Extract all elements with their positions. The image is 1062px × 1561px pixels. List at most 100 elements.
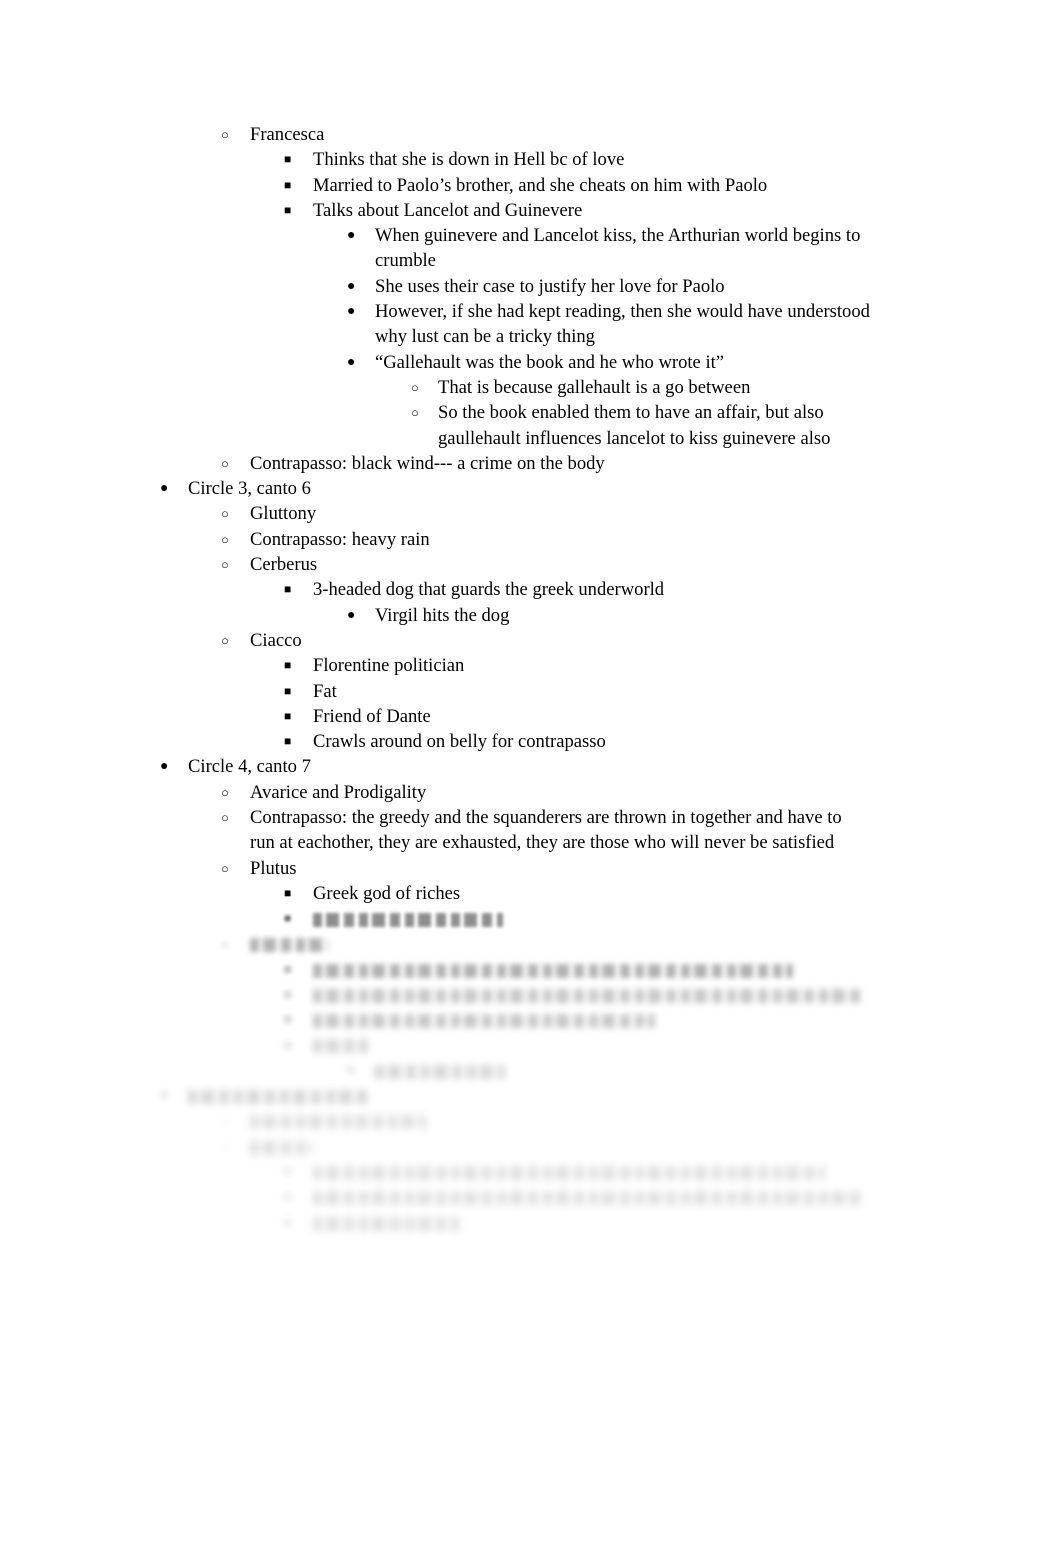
redacted-text-run [250,1140,312,1155]
redacted-text-run [375,1064,505,1079]
redacted-text-run [313,1191,861,1206]
outline-item: Thinks that she is down in Hell bc of lo… [0,147,1062,172]
disc-bullet-icon [347,274,367,299]
circle-bullet-icon [221,932,241,957]
circle-bullet-icon [411,375,431,400]
outline-item-text: Avarice and Prodigality [250,781,427,803]
square-bullet-icon [284,173,304,198]
obscured-text-block [250,1134,864,1159]
square-bullet-icon [284,1210,304,1235]
square-bullet-icon [284,198,304,223]
square-bullet-icon [284,1033,304,1058]
square-bullet-icon [284,982,304,1007]
obscured-text-block [313,1007,866,1032]
outline-item-text: Contrapasso: heavy rain [250,528,430,550]
square-bullet-icon [284,957,304,982]
obscured-text-block [313,1184,866,1209]
outline-item: Contrapasso: the greedy and the squander… [0,805,1062,856]
outline-item: Contrapasso: heavy rain [0,527,1062,552]
obscured-text-block [313,1210,866,1235]
redacted-text-run [313,1216,459,1231]
outline-item-obscured [0,906,1062,931]
outline-item-text: Crawls around on belly for contrapasso [313,731,606,753]
circle-bullet-icon [221,1109,241,1134]
outline-item-text: So the book enabled them to have an affa… [438,402,831,449]
outline-item-text: Contrapasso: black wind--- a crime on th… [250,452,605,474]
disc-bullet-icon [160,1083,180,1108]
outline-item: When guinevere and Lancelot kiss, the Ar… [0,223,1062,274]
outline-item-text: Talks about Lancelot and Guinevere [313,199,583,221]
outline-item-obscured [0,1210,1062,1235]
obscured-text-block [313,906,866,931]
obscured-text-block [313,957,866,982]
outline-list: Francesca Thinks that she is down in Hell… [0,122,1062,1235]
square-bullet-icon [284,881,304,906]
obscured-text-block [375,1058,876,1083]
redacted-text-run [313,912,503,927]
square-bullet-icon [284,1184,304,1209]
disc-bullet-icon [347,299,367,324]
outline-item-text: Francesca [250,124,325,145]
circle-bullet-icon [221,552,241,577]
outline-item-obscured [0,1134,1062,1159]
outline-item-text: Plutus [250,857,297,879]
outline-item: Contrapasso: black wind--- a crime on th… [0,451,1062,476]
circle-bullet-icon [221,1134,241,1159]
square-bullet-icon [284,679,304,704]
outline-item-obscured [0,957,1062,982]
outline-item-text: Virgil hits the dog [375,604,510,626]
outline-item-obscured [0,1007,1062,1032]
outline-item: Fat [0,679,1062,704]
square-bullet-icon [284,577,304,602]
outline-item-text: Greek god of riches [313,882,461,904]
circle-bullet-icon [221,122,241,147]
outline-item: Plutus [0,856,1062,881]
square-bullet-icon [284,906,304,931]
redacted-text-run [313,988,861,1003]
outline-item-text: “Gallehault was the book and he who wrot… [375,351,725,373]
outline-item-text: Florentine politician [313,655,465,677]
outline-item-text: Cerberus [250,554,318,576]
outline-item-obscured [0,1033,1062,1058]
outline-item: 3-headed dog that guards the greek under… [0,577,1062,602]
square-bullet-icon [284,729,304,754]
redacted-text-run [313,963,793,978]
outline-item: Florentine politician [0,653,1062,678]
obscured-text-block [188,1083,872,1108]
outline-item-text: Gluttony [250,503,317,525]
outline-item-obscured [0,982,1062,1007]
document-page: Francesca Thinks that she is down in Hell… [0,0,1062,1561]
square-bullet-icon [284,704,304,729]
square-bullet-icon [284,653,304,678]
circle-bullet-icon [221,856,241,881]
outline-item: Greek god of riches [0,881,1062,906]
redacted-text-run [188,1090,368,1105]
outline-item: Talks about Lancelot and Guinevere [0,198,1062,223]
circle-bullet-icon [221,805,241,830]
outline-item: Gluttony [0,501,1062,526]
circle-bullet-icon [411,400,431,425]
outline-item-obscured [0,1109,1062,1134]
outline-item: Ciacco [0,628,1062,653]
outline-item-text: Ciacco [250,629,302,651]
obscured-text-block [313,1033,866,1058]
outline-item: So the book enabled them to have an affa… [0,400,1062,451]
circle-bullet-icon [221,501,241,526]
outline-item-text: Circle 4, canto 7 [188,756,311,778]
outline-item: “Gallehault was the book and he who wrot… [0,350,1062,375]
circle-bullet-icon [221,780,241,805]
redacted-text-run [313,1039,371,1054]
outline-item: Crawls around on belly for contrapasso [0,729,1062,754]
outline-item: Avarice and Prodigality [0,780,1062,805]
disc-bullet-icon [160,754,180,779]
outline-item-text: However, if she had kept reading, then s… [375,301,875,348]
outline-item-text: Friend of Dante [313,705,431,727]
obscured-text-block [313,1159,866,1184]
outline-item: Cerberus [0,552,1062,577]
outline-item-text: That is because gallehault is a go betwe… [438,376,751,398]
outline-item: Friend of Dante [0,704,1062,729]
square-bullet-icon [284,147,304,172]
outline-item-obscured [0,1083,1062,1108]
disc-bullet-icon [347,1058,367,1083]
outline-item: Circle 3, canto 6 [0,476,1062,501]
